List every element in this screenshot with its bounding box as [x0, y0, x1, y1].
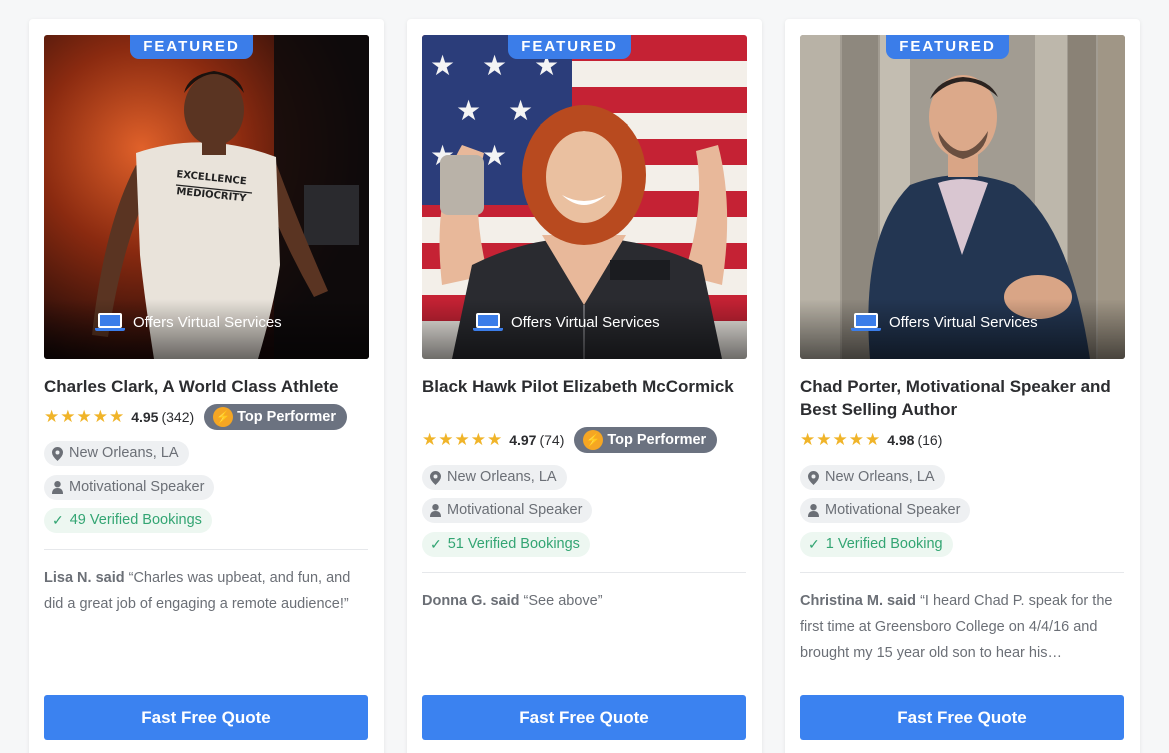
- lightning-bolt-icon: ⚡: [583, 430, 604, 450]
- checkmark-icon: ✓: [430, 536, 442, 552]
- location-chip: New Orleans, LA: [422, 465, 567, 490]
- speaker-card-chad-porter[interactable]: FEATURED Offers Virtual Services Chad Po…: [785, 19, 1140, 753]
- speaker-name[interactable]: Charles Clark, A World Class Athlete: [44, 375, 374, 398]
- category-text: Motivational Speaker: [825, 502, 961, 518]
- reviewer-name: Donna G. said: [422, 593, 520, 609]
- featured-badge: FEATURED: [886, 35, 1009, 59]
- laptop-icon: [473, 313, 503, 331]
- person-icon: [52, 481, 63, 494]
- location-pin-icon: [52, 446, 63, 461]
- rating-score: 4.97: [509, 432, 537, 448]
- verified-bookings-text: 1 Verified Booking: [825, 536, 943, 552]
- speaker-name[interactable]: Chad Porter, Motivational Speaker and Be…: [800, 375, 1130, 421]
- speaker-card-charles-clark[interactable]: EXCELLENCE MEDIOCRITY FEATURED Offers Vi…: [29, 19, 384, 753]
- person-icon: [430, 504, 441, 517]
- top-performer-badge: ⚡ Top Performer: [204, 404, 347, 430]
- location-chip: New Orleans, LA: [800, 465, 945, 490]
- lightning-bolt-icon: ⚡: [213, 407, 234, 427]
- featured-badge: FEATURED: [130, 35, 253, 59]
- person-icon: [808, 504, 819, 517]
- verified-bookings-text: 51 Verified Bookings: [447, 536, 580, 552]
- category-chip: Motivational Speaker: [422, 498, 593, 523]
- top-performer-label: Top Performer: [607, 432, 707, 448]
- svg-text:★: ★: [430, 49, 455, 82]
- review-count: (342): [161, 409, 195, 425]
- divider: [44, 549, 368, 550]
- svg-text:★: ★: [482, 139, 507, 172]
- rating-row: ★★★★★ 4.97 (74) ⚡ Top Performer: [422, 427, 718, 453]
- virtual-services-text: Offers Virtual Services: [511, 313, 660, 331]
- svg-text:★: ★: [508, 94, 533, 127]
- category-chip: Motivational Speaker: [800, 498, 971, 523]
- laptop-icon: [851, 313, 881, 331]
- rating-row: ★★★★★ 4.98 (16): [800, 427, 942, 453]
- reviewer-name: Lisa N. said: [44, 570, 125, 586]
- location-chip: New Orleans, LA: [44, 441, 189, 466]
- review-count: (16): [917, 432, 943, 448]
- fast-free-quote-button[interactable]: Fast Free Quote: [800, 695, 1124, 740]
- featured-badge: FEATURED: [508, 35, 631, 59]
- review-count: (74): [539, 432, 565, 448]
- fast-free-quote-button[interactable]: Fast Free Quote: [44, 695, 368, 740]
- reviewer-name: Christina M. said: [800, 593, 917, 609]
- star-rating-icons: ★★★★★: [44, 407, 126, 426]
- speaker-card-elizabeth-mccormick[interactable]: ★★★ ★★ ★★★ FEATURED Offers Virtual Servi…: [407, 19, 762, 753]
- star-rating-icons: ★★★★★: [422, 430, 504, 449]
- svg-text:★: ★: [456, 94, 481, 127]
- verified-bookings-text: 49 Verified Bookings: [69, 512, 202, 528]
- fast-free-quote-button[interactable]: Fast Free Quote: [422, 695, 746, 740]
- speaker-name[interactable]: Black Hawk Pilot Elizabeth McCormick: [422, 375, 752, 398]
- checkmark-icon: ✓: [52, 512, 64, 528]
- laptop-icon: [95, 313, 125, 331]
- rating-score: 4.98: [887, 432, 915, 448]
- review-snippet: Christina M. said “I heard Chad P. speak…: [800, 588, 1128, 666]
- verified-bookings-chip: ✓ 49 Verified Bookings: [44, 508, 212, 533]
- verified-bookings-chip: ✓ 1 Verified Booking: [800, 532, 953, 557]
- category-text: Motivational Speaker: [69, 479, 205, 495]
- review-text: “See above”: [523, 593, 603, 609]
- top-performer-label: Top Performer: [237, 409, 336, 425]
- review-snippet: Lisa N. said “Charles was upbeat, and fu…: [44, 565, 372, 617]
- virtual-services-text: Offers Virtual Services: [133, 313, 282, 331]
- svg-text:★: ★: [482, 49, 507, 82]
- divider: [800, 572, 1124, 573]
- virtual-services-label: Offers Virtual Services: [473, 311, 660, 333]
- category-text: Motivational Speaker: [447, 502, 583, 518]
- virtual-services-label: Offers Virtual Services: [851, 311, 1038, 333]
- location-text: New Orleans, LA: [447, 469, 557, 485]
- verified-bookings-chip: ✓ 51 Verified Bookings: [422, 532, 590, 557]
- star-rating-icons: ★★★★★: [800, 430, 882, 449]
- category-chip: Motivational Speaker: [44, 475, 215, 500]
- rating-score: 4.95: [131, 409, 159, 425]
- top-performer-badge: ⚡ Top Performer: [574, 427, 718, 453]
- location-text: New Orleans, LA: [825, 469, 935, 485]
- virtual-services-label: Offers Virtual Services: [95, 311, 282, 333]
- location-pin-icon: [808, 470, 819, 485]
- checkmark-icon: ✓: [808, 536, 820, 552]
- virtual-services-text: Offers Virtual Services: [889, 313, 1038, 331]
- location-pin-icon: [430, 470, 441, 485]
- rating-row: ★★★★★ 4.95 (342) ⚡ Top Performer: [44, 404, 347, 430]
- review-snippet: Donna G. said “See above”: [422, 588, 750, 614]
- location-text: New Orleans, LA: [69, 445, 179, 461]
- divider: [422, 572, 746, 573]
